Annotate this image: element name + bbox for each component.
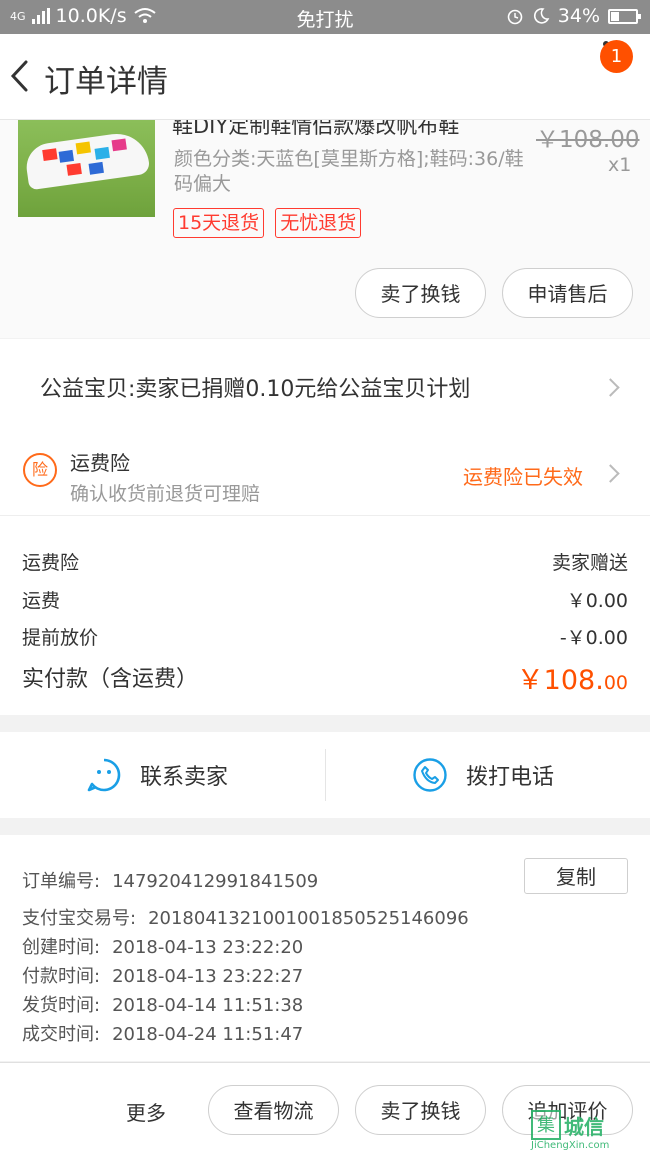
battery-percent: 34% [557,5,600,27]
shipped-time-value: 2018-04-14 11:51:38 [112,995,304,1016]
notification-badge: 1 [600,40,633,73]
product-image[interactable] [18,120,155,217]
fee-label: 运费险 [22,552,80,574]
order-number-value: 147920412991841509 [112,871,319,892]
page-title: 订单详情 [44,64,168,100]
alipay-number-value: 2018041321001001850525146096 [148,908,469,929]
fee-label: 提前放价 [22,627,99,649]
insurance-icon: 险 [23,453,57,487]
watermark-text: 城信 [564,1114,604,1139]
battery-icon [608,8,641,24]
call-phone-label: 拨打电话 [466,765,555,790]
sku-description: 颜色分类:天蓝色[莫里斯方格];鞋码:36/鞋码偏大 [174,148,524,195]
order-info: 订单编号: 147920412991841509 复制 支付宝交易号: 201804… [0,835,650,1061]
nav-bar: 订单详情 [0,34,650,120]
status-bar: 4G 10.0K/s 免打扰 34% [0,0,650,34]
contact-seller-button[interactable]: 联系卖家 [86,732,228,818]
alipay-number-label: 支付宝交易号: [22,908,137,929]
shipped-time-label: 发货时间: [22,995,101,1016]
service-tags: 15天退货 无忧退货 [173,208,362,238]
call-phone-button[interactable]: 拨打电话 [412,732,554,818]
moon-icon [533,8,550,24]
alipay-number-line: 支付宝交易号: 2018041321001001850525146096 [22,904,469,930]
sell-for-cash-button-bottom[interactable]: 卖了换钱 [355,1085,486,1135]
more-actions-button[interactable]: 更多 [126,1097,166,1126]
watermark-url: JiChengXin.com [531,1140,610,1151]
site-watermark: 集 城信 JiChengXin.com [531,1110,609,1151]
insurance-status: 运费险已失效 [463,465,583,489]
charity-text: 公益宝贝:卖家已捐赠0.10元给公益宝贝计划 [40,377,471,402]
battery-fill [611,11,619,21]
shipped-time-line: 发货时间: 2018-04-14 11:51:38 [22,991,303,1017]
apply-after-sale-button[interactable]: 申请售后 [502,268,633,318]
insurance-title: 运费险 [70,451,130,475]
created-time-label: 创建时间: [22,937,101,958]
fee-value: -￥0.00 [559,627,628,649]
charity-row[interactable]: 公益宝贝:卖家已捐赠0.10元给公益宝贝计划 [0,339,650,435]
amount-paid-main: ￥108. [516,665,604,696]
insurance-description: 确认收货前退货可理赔 [70,483,261,505]
copy-button[interactable]: 复制 [524,858,628,894]
tag-worry-free-return: 无忧退货 [275,208,362,238]
fee-value: 卖家赠送 [551,552,628,574]
original-price: ￥108.00 [536,127,640,153]
phone-icon [413,758,447,792]
paid-time-label: 付款时间: [22,966,101,987]
alarm-icon [507,9,523,25]
fee-value: ￥0.00 [566,590,628,612]
created-time-line: 创建时间: 2018-04-13 23:22:20 [22,933,303,959]
created-time-value: 2018-04-13 23:22:20 [112,937,304,958]
contact-divider [325,749,326,801]
amount-paid-label: 实付款（含运费） [22,667,199,692]
view-logistics-button[interactable]: 查看物流 [208,1085,339,1135]
contact-bar: 联系卖家 拨打电话 [0,732,650,818]
fee-row-shipping: 运费 ￥0.00 [22,586,628,613]
tag-15-day-return: 15天退货 [173,208,265,238]
paid-time-value: 2018-04-13 23:22:27 [112,966,304,987]
fee-summary: 运费险 卖家赠送 运费 ￥0.00 提前放价 -￥0.00 实付款（含运费） ￥… [0,515,650,715]
product-card[interactable]: 鞋DIY定制鞋情侣款爆改帆布鞋 ￥108.00 x1 颜色分类:天蓝色[莫里斯方… [0,120,650,338]
shoe-illustration [23,129,151,191]
chevron-right-icon [601,378,620,397]
watermark-logo: 集 [531,1110,561,1140]
chevron-right-icon [601,464,620,483]
quantity: x1 [608,154,632,176]
shipping-insurance-row[interactable]: 险 运费险 确认收货前退货可理赔 运费险已失效 [0,435,650,515]
order-number-label: 订单编号: [22,871,101,892]
amount-paid-cents: 00 [603,672,628,694]
closed-time-line: 成交时间: 2018-04-24 11:51:47 [22,1020,303,1046]
chat-face-icon [87,758,121,792]
back-arrow-icon[interactable] [6,56,36,96]
contact-seller-label: 联系卖家 [140,765,229,790]
paid-time-line: 付款时间: 2018-04-13 23:22:27 [22,962,303,988]
amount-paid-value: ￥108.00 [517,658,628,697]
fee-row-insurance: 运费险 卖家赠送 [22,548,628,575]
order-number-line: 订单编号: 147920412991841509 [22,867,318,893]
status-right: 34% [506,5,641,27]
closed-time-label: 成交时间: [22,1024,101,1045]
fee-label: 运费 [22,590,61,612]
fee-row-early-release: 提前放价 -￥0.00 [22,623,628,650]
product-name[interactable]: 鞋DIY定制鞋情侣款爆改帆布鞋 [172,120,459,140]
sell-for-cash-button[interactable]: 卖了换钱 [355,268,486,318]
closed-time-value: 2018-04-24 11:51:47 [112,1024,304,1045]
